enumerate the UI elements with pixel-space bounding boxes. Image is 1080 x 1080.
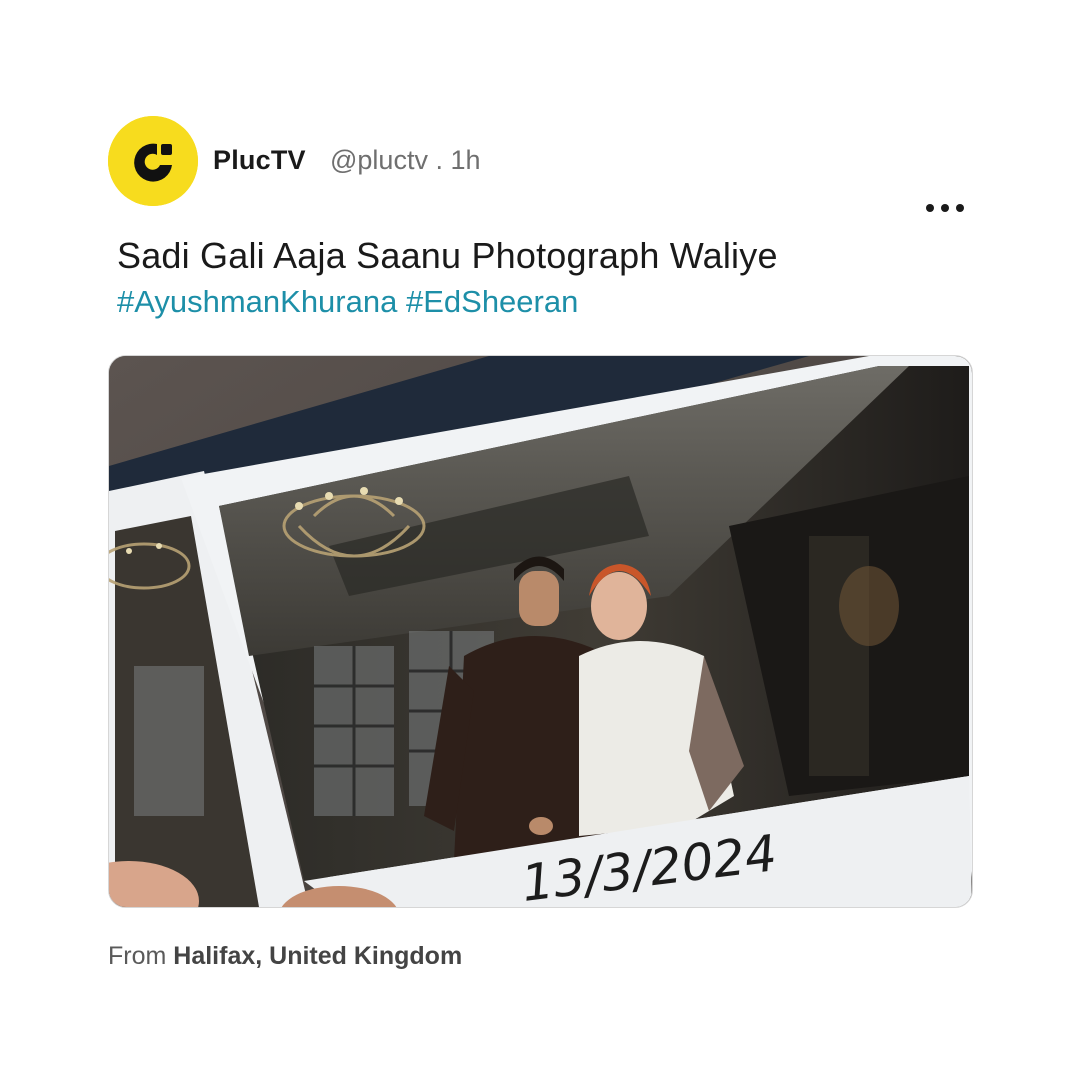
author-handle-and-time[interactable]: @pluctv . 1h (330, 145, 480, 176)
post-media-photo[interactable]: 13/3/2024 (108, 355, 973, 908)
hashtag-link[interactable]: #EdSheeran (406, 284, 578, 319)
pluctv-logo-icon (108, 116, 198, 206)
more-options-icon[interactable] (926, 200, 964, 216)
post-text: Sadi Gali Aaja Saanu Photograph Waliye (117, 235, 778, 276)
location-prefix: From (108, 942, 167, 970)
polaroid-photo: 13/3/2024 (109, 356, 972, 907)
more-dot (956, 204, 964, 212)
author-display-name[interactable]: PlucTV (213, 145, 306, 176)
more-dot (941, 204, 949, 212)
author-avatar[interactable] (108, 116, 198, 206)
post-location: From Halifax, United Kingdom (108, 942, 462, 971)
hashtag-link[interactable]: #AyushmanKhurana (117, 284, 397, 319)
location-place[interactable]: Halifax, United Kingdom (173, 942, 462, 970)
more-dot (926, 204, 934, 212)
post-hashtags: #AyushmanKhurana #EdSheeran (117, 284, 578, 320)
